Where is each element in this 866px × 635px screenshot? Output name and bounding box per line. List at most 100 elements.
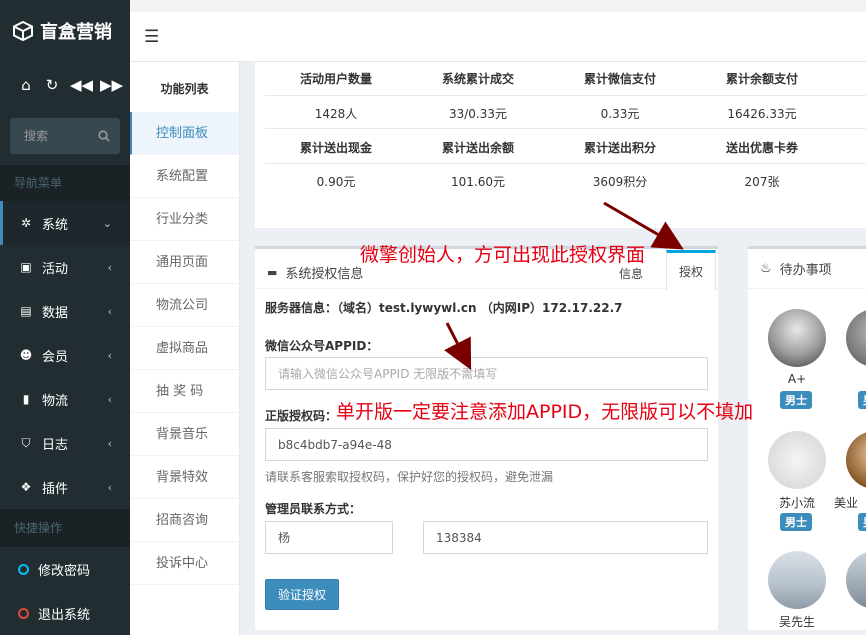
annotation-note-1: 微擎创始人，方可出现此授权界面 [360, 244, 646, 266]
stats-panel: 活动用户数量 系统累计成交 累计微信支付 累计余额支付 1428人 33/0.3… [255, 62, 866, 228]
gift-icon: ▣ [20, 260, 32, 274]
main-content: 活动用户数量 系统累计成交 累计微信支付 累计余额支付 1428人 33/0.3… [240, 62, 866, 635]
sidebar-item-activity[interactable]: ▣ 活动 ‹ [0, 245, 130, 289]
search-input[interactable] [24, 129, 94, 143]
user-name: 美业 [834, 496, 859, 510]
gender-badge: 男 [858, 513, 866, 531]
hamburger-menu-icon[interactable]: ☰ [144, 27, 159, 47]
subnav-item-bg-music[interactable]: 背景音乐 [130, 413, 239, 456]
chevron-left-icon: ‹ [107, 480, 112, 494]
todo-panel: ♨ 待办事项 A+ 男士 男 苏小流 美业 男士 男 吴先生 [748, 246, 866, 630]
subnav-item-logistics-company[interactable]: 物流公司 [130, 284, 239, 327]
logo-text: 盲盒营销 [40, 22, 112, 43]
stat-value: 0.33元 [600, 107, 640, 121]
subnav-item-lottery-code[interactable]: 抽 奖 码 [130, 370, 239, 413]
gear-icon: ✲ [20, 216, 32, 230]
chevron-down-icon: ⌄ [102, 216, 112, 230]
license-input[interactable] [265, 428, 708, 461]
users-icon: ☻ [19, 348, 33, 362]
appid-input[interactable] [265, 357, 708, 390]
back-icon[interactable]: ◀◀ [70, 76, 93, 94]
stat-value: 0.90元 [316, 175, 356, 189]
todo-header: ♨ 待办事项 [748, 249, 866, 289]
stat-value: 207张 [744, 175, 780, 189]
logo[interactable]: 盲盒营销 [0, 0, 130, 62]
gender-badge: 男士 [780, 513, 812, 531]
avatar[interactable] [768, 551, 826, 609]
logout-link[interactable]: 退出系统 [0, 591, 130, 635]
auth-panel: ▬ 系统授权信息 信息 授权 服务器信息：（域名）test.lywywl.cn … [255, 246, 718, 630]
inbox-icon: ▬ [267, 266, 278, 279]
subnav-item-industry[interactable]: 行业分类 [130, 198, 239, 241]
sidebar-search [10, 118, 120, 154]
subnav-item-virtual-goods[interactable]: 虚拟商品 [130, 327, 239, 370]
sidebar-item-label: 系统 [42, 217, 69, 233]
gender-badge: 男 [858, 391, 866, 409]
circle-icon [18, 563, 29, 575]
user-name: 吴先生 [778, 615, 815, 627]
quick-icons: ⌂ ↻ ◀◀ ▶▶ [0, 62, 130, 108]
user-name: 苏小流 [778, 496, 815, 510]
forward-icon[interactable]: ▶▶ [100, 76, 123, 94]
divider [265, 163, 866, 164]
chevron-left-icon: ‹ [107, 304, 112, 318]
sidebar-item-members[interactable]: ☻ 会员 ‹ [0, 333, 130, 377]
avatar[interactable] [846, 431, 866, 489]
subnav-item-dashboard[interactable]: 控制面板 [130, 112, 239, 155]
stat-header: 活动用户数量 [299, 72, 372, 86]
stats-header-row-2: 累计送出现金 累计送出余额 累计送出积分 送出优惠卡券 [265, 139, 866, 156]
sidebar-item-plugins[interactable]: ❖ 插件 ‹ [0, 465, 130, 509]
stat-header: 累计送出现金 [299, 141, 372, 155]
stat-value: 3609积分 [592, 175, 648, 189]
home-icon[interactable]: ⌂ [18, 76, 34, 94]
avatar[interactable] [768, 431, 826, 489]
top-strip [130, 0, 866, 12]
sidebar: 盲盒营销 ⌂ ↻ ◀◀ ▶▶ 导航菜单 ✲ 系统 ⌄ ▣ 活动 ‹ ▤ 数据 ‹… [0, 0, 130, 635]
stat-header: 累计微信支付 [583, 72, 656, 86]
top-bar: ☰ [130, 12, 866, 62]
subnav-item-investment[interactable]: 招商咨询 [130, 499, 239, 542]
stat-header: 系统累计成交 [441, 72, 514, 86]
stats-value-row-2: 0.90元 101.60元 3609积分 207张 [265, 173, 866, 190]
gender-badge: 男士 [780, 391, 812, 409]
refresh-icon[interactable]: ↻ [44, 76, 60, 94]
sidebar-item-data[interactable]: ▤ 数据 ‹ [0, 289, 130, 333]
tab-auth[interactable]: 授权 [666, 250, 717, 291]
search-icon[interactable] [98, 130, 110, 142]
subnav-item-system-config[interactable]: 系统配置 [130, 155, 239, 198]
chevron-left-icon: ‹ [107, 260, 112, 274]
auth-title-text: 系统授权信息 [285, 267, 364, 282]
annotation-note-2: 单开版一定要注意添加APPID，无限版可以不填加 [336, 401, 754, 423]
subnav-item-general-pages[interactable]: 通用页面 [130, 241, 239, 284]
contact-phone-input[interactable] [423, 521, 708, 554]
divider [265, 95, 866, 96]
stat-value: 1428人 [314, 107, 358, 121]
fire-icon: ♨ [760, 261, 772, 276]
circle-icon [18, 607, 29, 619]
change-password-link[interactable]: 修改密码 [0, 547, 130, 591]
contact-label: 管理员联系方式： [265, 502, 362, 516]
sidebar-item-system[interactable]: ✲ 系统 ⌄ [0, 201, 130, 245]
sidebar-item-logistics[interactable]: ▮ 物流 ‹ [0, 377, 130, 421]
avatar[interactable] [846, 309, 866, 367]
stat-value: 101.60元 [451, 175, 505, 189]
subnav-item-complaints[interactable]: 投诉中心 [130, 542, 239, 585]
stat-header: 送出优惠卡券 [725, 141, 798, 155]
sidebar-item-label: 会员 [42, 349, 69, 365]
avatar[interactable] [846, 551, 866, 609]
stat-header: 累计送出积分 [583, 141, 656, 155]
function-list-title: 功能列表 [160, 82, 209, 96]
briefcase-icon: ▤ [20, 304, 32, 318]
cubes-icon: ❖ [20, 480, 32, 494]
chevron-left-icon: ‹ [107, 436, 112, 450]
avatar[interactable] [768, 309, 826, 367]
appid-label: 微信公众号APPID： [265, 339, 379, 353]
divider [265, 128, 866, 129]
sidebar-item-logs[interactable]: ⛉ 日志 ‹ [0, 421, 130, 465]
bookmark-icon: ▮ [22, 392, 30, 406]
license-label: 正版授权码： [265, 409, 338, 423]
contact-name-input[interactable] [265, 521, 393, 554]
sidebar-item-label: 日志 [42, 437, 69, 453]
verify-auth-button[interactable]: 验证授权 [265, 579, 339, 610]
subnav-item-bg-effects[interactable]: 背景特效 [130, 456, 239, 499]
